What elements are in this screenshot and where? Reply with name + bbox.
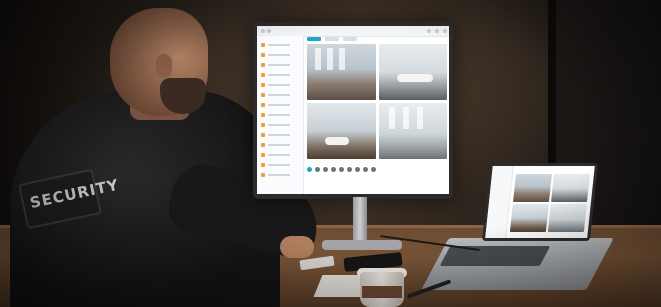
control-icon[interactable] bbox=[371, 166, 376, 172]
camera-icon bbox=[261, 122, 265, 127]
window-shape bbox=[388, 107, 395, 129]
sidebar-item-label bbox=[268, 133, 290, 136]
toolbar-icon[interactable] bbox=[427, 29, 431, 33]
sidebar-item[interactable] bbox=[261, 72, 299, 77]
camera-feed[interactable] bbox=[509, 204, 549, 232]
sidebar-item[interactable] bbox=[261, 122, 299, 127]
window-shape bbox=[327, 48, 333, 70]
control-icon[interactable] bbox=[339, 166, 344, 172]
camera-feed[interactable] bbox=[551, 174, 590, 202]
guard-ear bbox=[156, 54, 172, 78]
camera-icon bbox=[261, 142, 265, 147]
sidebar-item-label bbox=[268, 63, 290, 66]
sidebar-item[interactable] bbox=[261, 102, 299, 107]
conference-table-shape bbox=[396, 74, 433, 82]
sidebar-item-label bbox=[268, 53, 290, 56]
control-icon[interactable] bbox=[323, 166, 328, 172]
window-shape bbox=[315, 48, 321, 70]
camera-icon bbox=[261, 42, 265, 47]
camera-feed[interactable] bbox=[547, 204, 587, 232]
playback-controls bbox=[307, 164, 447, 174]
sidebar-item-label bbox=[268, 93, 290, 96]
desktop-monitor bbox=[253, 22, 453, 199]
sidebar-item-label bbox=[268, 113, 290, 116]
camera-icon bbox=[261, 152, 265, 157]
monitor-stand bbox=[353, 197, 367, 243]
sidebar-item-label bbox=[268, 143, 290, 146]
sidebar-item[interactable] bbox=[261, 92, 299, 97]
tab-live[interactable] bbox=[307, 37, 321, 41]
laptop-keyboard bbox=[439, 246, 551, 266]
sidebar-item-label bbox=[268, 83, 290, 86]
camera-icon bbox=[261, 72, 265, 77]
security-desk-scene: SECURITY bbox=[0, 0, 661, 307]
sidebar-item-label bbox=[268, 163, 290, 166]
sidebar-item[interactable] bbox=[261, 142, 299, 147]
office-desk-shape bbox=[325, 137, 349, 145]
laptop-display bbox=[485, 166, 595, 238]
window-shape bbox=[416, 107, 423, 129]
control-icon[interactable] bbox=[331, 166, 336, 172]
camera-icon bbox=[261, 172, 265, 177]
camera-icon bbox=[261, 162, 265, 167]
sidebar-item[interactable] bbox=[261, 52, 299, 57]
sidebar-item-label bbox=[268, 123, 290, 126]
sidebar-item-label bbox=[268, 103, 290, 106]
window-dot-icon bbox=[261, 29, 265, 33]
sidebar-item[interactable] bbox=[261, 42, 299, 47]
sidebar-item[interactable] bbox=[261, 172, 299, 177]
toolbar-icon[interactable] bbox=[435, 29, 439, 33]
camera-icon bbox=[261, 102, 265, 107]
sidebar-item[interactable] bbox=[261, 112, 299, 117]
sidebar-item[interactable] bbox=[261, 132, 299, 137]
control-icon[interactable] bbox=[355, 166, 360, 172]
guard-hand bbox=[280, 236, 314, 258]
laptop-camera-grid bbox=[509, 174, 590, 232]
play-icon[interactable] bbox=[307, 166, 312, 172]
camera-icon bbox=[261, 82, 265, 87]
monitor-stand-base bbox=[322, 240, 402, 250]
camera-feed[interactable] bbox=[378, 44, 447, 100]
camera-feed[interactable] bbox=[378, 103, 447, 159]
sidebar-item-label bbox=[268, 43, 290, 46]
camera-icon bbox=[261, 52, 265, 57]
laptop-screen bbox=[481, 163, 599, 241]
tab[interactable] bbox=[325, 37, 339, 41]
coffee-cup-sleeve bbox=[362, 286, 402, 298]
monitor-screen bbox=[257, 26, 449, 194]
view-tabs bbox=[307, 37, 447, 42]
control-icon[interactable] bbox=[315, 166, 320, 172]
sidebar-item-label bbox=[268, 73, 290, 76]
camera-grid bbox=[307, 44, 447, 159]
control-icon[interactable] bbox=[363, 166, 368, 172]
sidebar-item-label bbox=[268, 153, 290, 156]
sidebar-item[interactable] bbox=[261, 162, 299, 167]
camera-icon bbox=[261, 92, 265, 97]
control-icon[interactable] bbox=[347, 166, 352, 172]
camera-feed[interactable] bbox=[513, 174, 552, 202]
camera-icon bbox=[261, 112, 265, 117]
tab[interactable] bbox=[343, 37, 357, 41]
camera-feed[interactable] bbox=[307, 44, 376, 100]
camera-feed[interactable] bbox=[307, 103, 376, 159]
camera-icon bbox=[261, 132, 265, 137]
camera-icon bbox=[261, 62, 265, 67]
toolbar-icon[interactable] bbox=[443, 29, 447, 33]
sidebar-item[interactable] bbox=[261, 62, 299, 67]
sidebar-item[interactable] bbox=[261, 82, 299, 87]
sidebar-item[interactable] bbox=[261, 152, 299, 157]
window-shape bbox=[339, 48, 345, 70]
window-dot-icon bbox=[267, 29, 271, 33]
camera-list-sidebar bbox=[257, 36, 304, 194]
window-shape bbox=[402, 107, 409, 129]
sidebar-item-label bbox=[268, 173, 290, 176]
